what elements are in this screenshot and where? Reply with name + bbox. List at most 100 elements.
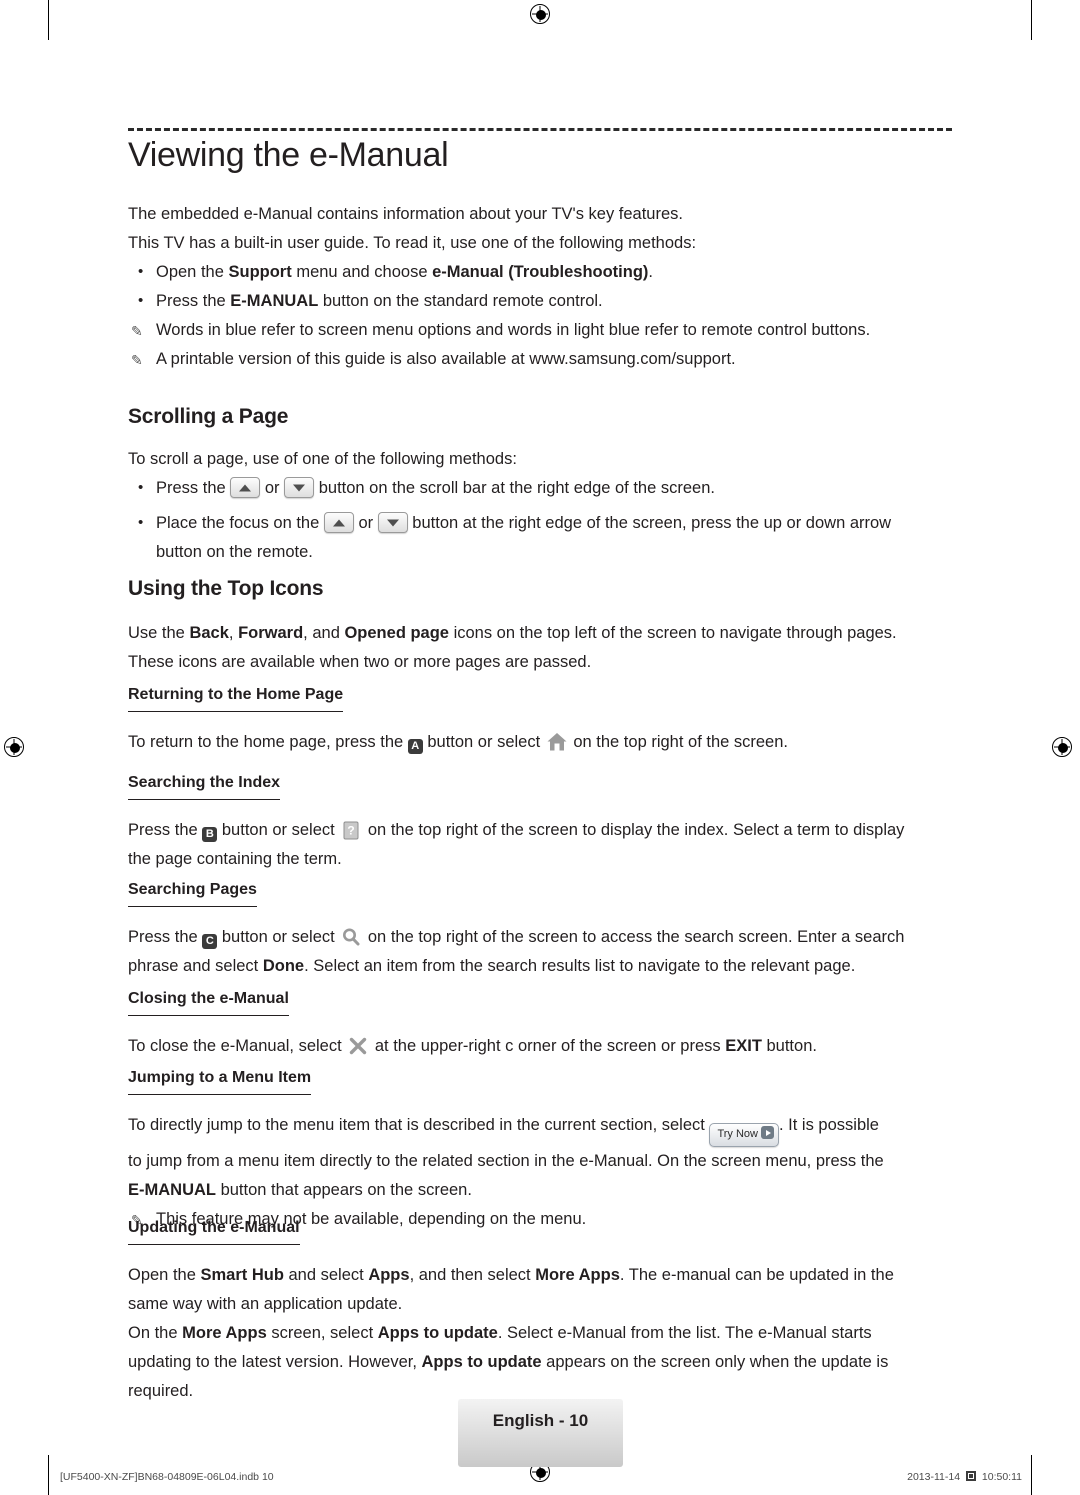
subsection-jumping: Jumping to a Menu Item To directly jump … (128, 1063, 952, 1234)
print-mark-icon (965, 1471, 976, 1481)
focus-down-arrow-icon[interactable] (377, 512, 408, 533)
search-index-text: Press the B button or select ? on the to… (128, 816, 952, 874)
p1-line2: same way with an application update. (128, 1295, 403, 1313)
p2-line3: required. (128, 1382, 194, 1400)
bold-smart-hub: Smart Hub (200, 1266, 284, 1284)
home-icon[interactable] (545, 730, 569, 754)
updating-paragraph-1: Open the Smart Hub and select Apps, and … (128, 1261, 952, 1319)
bullet-text-pre: Press the (156, 292, 231, 310)
bullet-bold-emanual: e-Manual (Troubleshooting) (432, 263, 649, 281)
footer-timestamp: 2013-11-14 10:50:11 (907, 1471, 1022, 1483)
scrolling-lead: To scroll a page, use of one of the foll… (128, 450, 517, 468)
para-line2: These icons are available when two or mo… (128, 653, 592, 671)
keycap-b-icon[interactable]: B (202, 827, 218, 842)
p1-mid2: , and then select (409, 1266, 536, 1284)
index-icon[interactable]: ? (339, 818, 363, 842)
bold-apps-to-update-2: Apps to update (421, 1353, 542, 1371)
bullet-bold-support: Support (228, 263, 292, 281)
text-pre: To return to the home page, press the (128, 733, 408, 751)
bullet-text-post: . (648, 263, 654, 281)
bold-apps: Apps (368, 1266, 410, 1284)
pencil-icon: ✎ (131, 323, 143, 339)
text-mid: button or select (217, 821, 340, 839)
jumping-text: To directly jump to the menu item that i… (128, 1111, 952, 1205)
pencil-icon: ✎ (131, 352, 143, 368)
text-mid: button or select (422, 733, 545, 751)
bullet-icon: • (138, 292, 144, 309)
bold-back: Back (189, 624, 229, 642)
text-pre: Press the (128, 928, 203, 946)
p2-mid1: screen, select (266, 1324, 378, 1342)
registration-mark-top (530, 4, 550, 24)
bold-emanual-button: E-MANUAL (128, 1181, 216, 1199)
focus-up-arrow-icon[interactable] (323, 512, 354, 533)
bullet-text-pre: Place the focus on the (156, 514, 324, 532)
bold-forward: Forward (238, 624, 304, 642)
try-now-button[interactable]: Try Now (709, 1123, 779, 1147)
section-scrolling-a-page: Scrolling a Page To scroll a page, use o… (128, 402, 952, 567)
subsection-updating: Updating the e-Manual Open the Smart Hub… (128, 1213, 952, 1406)
text-pre: To close the e-Manual, select (128, 1037, 347, 1055)
crop-mark-bottom-left (48, 1455, 49, 1495)
text-pre: Press the (128, 821, 203, 839)
text-mid: button or select (217, 928, 340, 946)
bold-more-apps: More Apps (535, 1266, 620, 1284)
subsection-heading-closing: Closing the e-Manual (128, 984, 289, 1016)
footer-time: 10:50:11 (981, 1471, 1022, 1483)
text-line2-post: . Select an item from the search results… (304, 957, 856, 975)
keycap-c-icon[interactable]: C (202, 934, 218, 949)
text-post: on the top right of the screen to access… (363, 928, 905, 946)
section-divider (128, 128, 952, 131)
updating-paragraph-2: On the More Apps screen, select Apps to … (128, 1319, 952, 1406)
registration-dot (536, 10, 546, 20)
text-line2-pre: phrase and select (128, 957, 263, 975)
intro-note-1: ✎ Words in blue refer to screen menu opt… (128, 316, 952, 345)
scrolling-bullet-2: • Place the focus on the or button at th… (128, 509, 952, 567)
bold-exit: EXIT (725, 1037, 762, 1055)
intro-paragraph-2: This TV has a built-in user guide. To re… (128, 234, 697, 252)
play-icon (761, 1126, 774, 1139)
page-number-badge: English - 10 (458, 1399, 623, 1467)
crop-mark-top-left (48, 0, 49, 40)
crop-mark-bottom-right (1031, 1455, 1032, 1495)
section-using-top-icons: Using the Top Icons Use the Back, Forwar… (128, 574, 952, 677)
intro-bullet-1: • Open the Support menu and choose e-Man… (128, 258, 952, 287)
search-pages-text: Press the C button or select on the top … (128, 923, 952, 981)
text-post: . It is possible (779, 1116, 879, 1134)
text-mid: at the upper-right c orner of the screen… (370, 1037, 726, 1055)
svg-text:?: ? (348, 824, 355, 838)
keycap-a-icon[interactable]: A (407, 739, 423, 754)
subsection-search-pages: Searching Pages Press the C button or se… (128, 875, 952, 981)
close-icon[interactable] (346, 1034, 370, 1058)
p2-line2-pre: updating to the latest version. However, (128, 1353, 422, 1371)
subsection-heading-index: Searching the Index (128, 768, 281, 800)
scroll-down-arrow-icon[interactable] (284, 477, 315, 498)
intro-bullet-2: • Press the E-MANUAL button on the stand… (128, 287, 952, 316)
p1-mid1: and select (283, 1266, 369, 1284)
try-now-label: Try Now (717, 1128, 758, 1140)
bold-more-apps-2: More Apps (182, 1324, 267, 1342)
bullet-text-post: button at the right edge of the screen, … (407, 514, 892, 532)
page-title: Viewing the e-Manual (128, 136, 449, 174)
section-heading-scrolling: Scrolling a Page (128, 405, 289, 428)
footer-file-info: [UF5400-XN-ZF]BN68-04809E-06L04.indb 10 (60, 1471, 274, 1483)
footer-date: 2013-11-14 (907, 1471, 961, 1483)
bullet-text-or: or (353, 514, 378, 532)
para-pre: Use the (128, 624, 190, 642)
bullet-icon: • (138, 514, 144, 531)
bold-done: Done (262, 957, 305, 975)
search-icon[interactable] (339, 925, 363, 949)
text-pre: To directly jump to the menu item that i… (128, 1116, 710, 1134)
intro-note-2: ✎ A printable version of this guide is a… (128, 345, 952, 374)
note-text: Words in blue refer to screen menu optio… (156, 321, 871, 339)
subsection-search-index: Searching the Index Press the B button o… (128, 768, 952, 874)
bullet-text-mid: button on the standard remote control. (318, 292, 603, 310)
section-heading-top-icons: Using the Top Icons (128, 577, 324, 600)
scrolling-bullet-1: • Press the or button on the scroll bar … (128, 474, 952, 503)
text-post: button. (761, 1037, 817, 1055)
intro-block: The embedded e-Manual contains informati… (128, 200, 952, 374)
bullet-text-or: or (260, 479, 285, 497)
scroll-up-arrow-icon[interactable] (230, 477, 261, 498)
closing-text: To close the e-Manual, select at the upp… (128, 1032, 952, 1061)
crop-mark-top-right (1031, 0, 1032, 40)
